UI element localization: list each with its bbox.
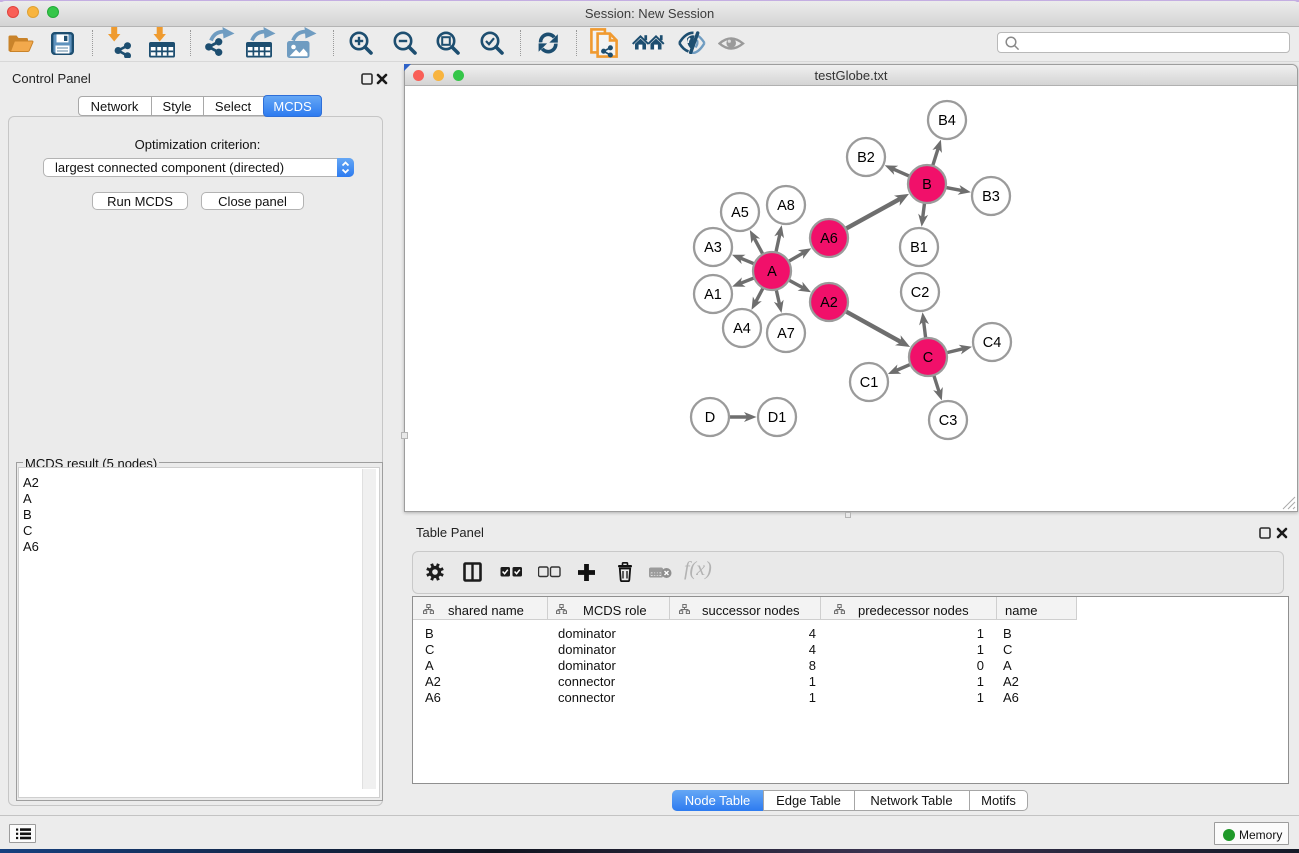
svg-text:A3: A3 <box>704 240 722 256</box>
svg-text:A2: A2 <box>820 295 838 311</box>
svg-text:C4: C4 <box>983 335 1002 351</box>
svg-text:C: C <box>923 350 933 366</box>
svg-text:C3: C3 <box>939 413 958 429</box>
svg-text:A1: A1 <box>704 287 722 303</box>
svg-text:B4: B4 <box>938 113 956 129</box>
svg-text:C1: C1 <box>860 375 879 391</box>
svg-text:B3: B3 <box>982 189 1000 205</box>
svg-text:A8: A8 <box>777 198 795 214</box>
svg-text:B1: B1 <box>910 240 928 256</box>
svg-text:B2: B2 <box>857 150 875 166</box>
svg-text:B: B <box>922 177 932 193</box>
svg-text:C2: C2 <box>911 285 930 301</box>
svg-text:A6: A6 <box>820 231 838 247</box>
svg-text:A: A <box>767 264 777 280</box>
svg-text:D1: D1 <box>768 410 787 426</box>
svg-text:D: D <box>705 410 715 426</box>
svg-text:A5: A5 <box>731 205 749 221</box>
svg-text:A4: A4 <box>733 321 751 337</box>
svg-text:A7: A7 <box>777 326 795 342</box>
